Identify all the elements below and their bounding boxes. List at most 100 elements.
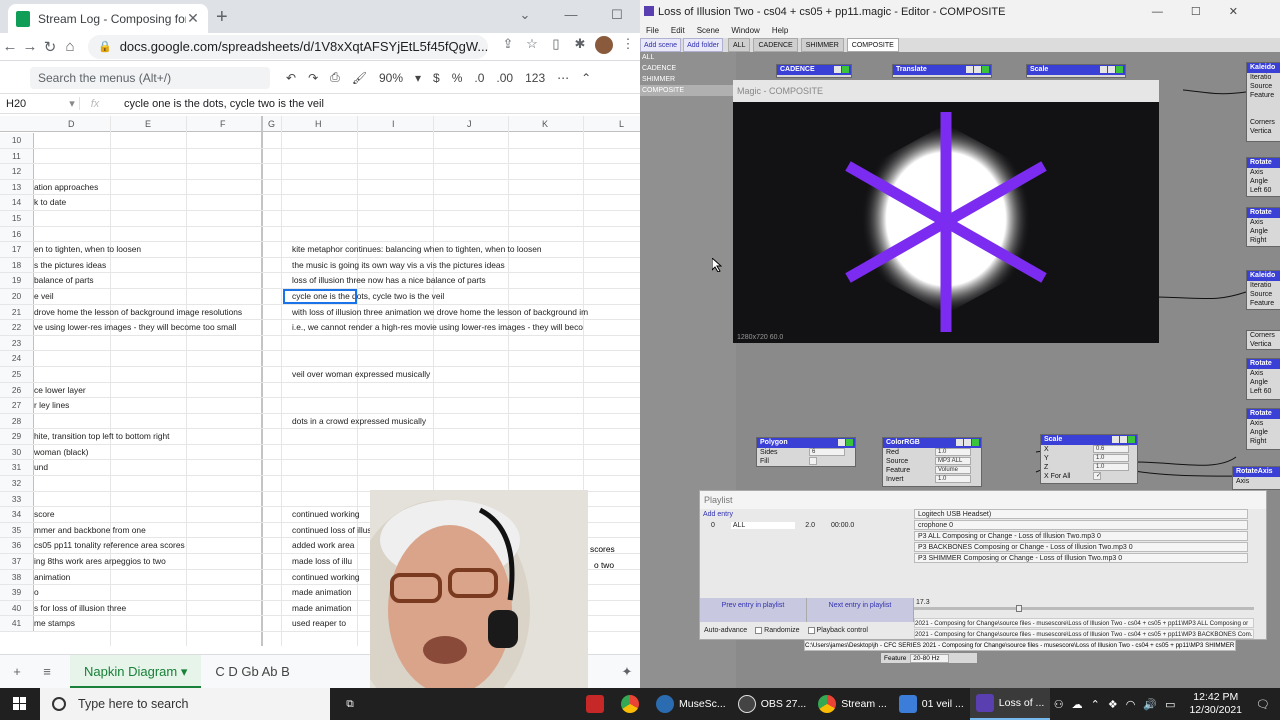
row-number[interactable]: 40 <box>0 600 34 616</box>
sheet-tab-napkin[interactable]: Napkin Diagram ▾ <box>70 654 202 688</box>
node-kaleido-2[interactable]: Kaleido Iteratio Source Feature <box>1246 270 1280 310</box>
playlist-entry[interactable]: 0 ALL 2.0 00:00.0 crophone 0 <box>700 520 1266 531</box>
col-header[interactable]: G <box>268 119 275 129</box>
node-rotate-2[interactable]: Rotate Axis Angle Right <box>1246 207 1280 247</box>
star-icon[interactable]: ☆ <box>520 36 544 57</box>
node-kaleido[interactable]: Kaleido Iteratio Source Feature Corners … <box>1246 62 1280 142</box>
windows-start-icon[interactable] <box>0 688 40 720</box>
tab-all[interactable]: ALL <box>728 38 751 52</box>
audio-input-item[interactable]: P3 SHIMMER Composing or Change - Loss of… <box>914 553 1248 563</box>
table-row[interactable]: 30 woman (black) <box>0 444 640 461</box>
cell-d[interactable]: animation <box>34 570 259 585</box>
add-sheet-icon[interactable]: + <box>4 664 30 679</box>
table-row[interactable]: 24 <box>0 351 640 367</box>
table-row[interactable]: 13 ation approaches <box>0 179 640 196</box>
file-path[interactable]: 2021 - Composing for Change\source files… <box>914 629 1254 639</box>
tab-shimmer[interactable]: SHIMMER <box>800 38 844 52</box>
table-row[interactable]: 17 en to tighten, when to loosen kite meta… <box>0 242 640 258</box>
node-translate[interactable]: Translate <box>892 64 992 78</box>
clock[interactable]: 12:42 PM 12/30/2021 <box>1189 691 1242 717</box>
taskbar-app-veil[interactable]: 01 veil ... <box>893 688 970 720</box>
next-entry-button[interactable]: Next entry in playlist <box>807 598 914 622</box>
task-view-icon[interactable]: ⧉ <box>330 688 370 720</box>
new-tab-icon[interactable]: + <box>216 6 228 29</box>
cell-d[interactable]: r ley lines <box>34 398 259 413</box>
row-number[interactable]: 32 <box>0 476 34 491</box>
row-number[interactable]: 39 <box>0 585 34 600</box>
taskbar-search[interactable]: Type here to search <box>40 688 330 720</box>
taskbar-app-chrome[interactable] <box>615 688 650 720</box>
percent-button[interactable]: % <box>452 71 463 85</box>
scene-item-selected[interactable]: COMPOSITE <box>640 85 736 96</box>
row-number[interactable]: 20 <box>0 288 34 304</box>
node-scale-top[interactable]: Scale <box>1026 64 1126 78</box>
composite-preview-window[interactable]: Magic - COMPOSITE 1280x720 60.0 <box>733 80 1159 343</box>
keyboard-icon[interactable]: ▭ <box>1165 698 1175 711</box>
taskbar-app-reaper[interactable] <box>580 688 615 720</box>
col-header[interactable]: D <box>68 119 75 129</box>
paint-format-icon[interactable]: 🖌 <box>352 71 367 85</box>
home-icon[interactable]: ⌂ <box>60 38 80 55</box>
cell-d[interactable]: ce lower layer <box>34 383 259 398</box>
cell-d[interactable]: cs05 pp11 tonality reference area scores <box>34 538 259 553</box>
scene-item[interactable]: SHIMMER <box>640 74 736 85</box>
row-number[interactable]: 14 <box>0 195 34 210</box>
table-row[interactable]: 25 veil over woman expressed musically <box>0 366 640 383</box>
audio-input-item[interactable]: crophone 0 <box>914 520 1248 530</box>
col-header[interactable]: J <box>467 119 472 129</box>
cell-h[interactable]: kite metaphor continues: balancing when … <box>292 242 632 257</box>
window-controls[interactable]: —☐✕ <box>1152 0 1266 24</box>
chevron-down-icon[interactable]: ⌄ <box>502 0 548 30</box>
wifi-icon[interactable]: ◠ <box>1126 698 1136 711</box>
col-header[interactable]: F <box>220 119 226 129</box>
table-row[interactable]: 27 r ley lines <box>0 398 640 414</box>
prev-entry-button[interactable]: Prev entry in playlist <box>700 598 807 622</box>
maximize-icon[interactable]: ☐ <box>594 0 640 30</box>
row-number[interactable]: 11 <box>0 148 34 164</box>
close-tab-icon[interactable]: ✕ <box>186 10 200 27</box>
device-select[interactable]: Logitech USB Headset) <box>914 509 1248 519</box>
node-polygon[interactable]: Polygon Sides 6 Fill <box>756 437 856 467</box>
taskbar-app-stream[interactable]: Stream ... <box>812 688 893 720</box>
scene-item[interactable]: CADENCE <box>640 63 736 74</box>
row-number[interactable]: 33 <box>0 491 34 507</box>
row-number[interactable]: 29 <box>0 429 34 444</box>
table-row[interactable]: 21 drove home the lesson of background im… <box>0 304 640 321</box>
row-number[interactable]: 35 <box>0 522 34 538</box>
tab-composite[interactable]: COMPOSITE <box>846 38 899 52</box>
col-header[interactable]: K <box>542 119 548 129</box>
forward-icon[interactable]: → <box>20 38 40 55</box>
taskbar-app-magic[interactable]: Loss of ... <box>969 688 1051 720</box>
cell-d[interactable]: balance of parts <box>34 273 259 288</box>
cell-d[interactable]: o <box>34 585 259 600</box>
cell-d[interactable]: drove home the lesson of background imag… <box>34 305 259 320</box>
row-number[interactable]: 17 <box>0 242 34 257</box>
dropbox-icon[interactable]: ❖ <box>1108 698 1118 711</box>
add-folder-button[interactable]: Add folder <box>683 38 724 52</box>
row-number[interactable]: 19 <box>0 273 34 288</box>
menu-search-input[interactable]: Search the menus (Alt+/) <box>30 66 270 89</box>
cell-d[interactable]: score <box>34 507 259 522</box>
address-bar[interactable]: 🔒 docs.google.com/spreadsheets/d/1V8xXqt… <box>88 34 488 59</box>
row-number[interactable]: 24 <box>0 351 34 366</box>
row-number[interactable]: 38 <box>0 569 34 585</box>
sheet-tab-next[interactable]: C D Gb Ab B <box>201 664 303 679</box>
table-row[interactable]: 12 <box>0 164 640 180</box>
row-number[interactable]: 18 <box>0 257 34 273</box>
increase-decimal-button[interactable]: .00 <box>496 71 513 85</box>
row-number[interactable]: 30 <box>0 444 34 460</box>
slider-thumb[interactable] <box>1016 605 1022 612</box>
reader-icon[interactable]: ▯ <box>544 36 568 57</box>
profile-avatar[interactable] <box>592 36 616 57</box>
node-scale[interactable]: Scale X 0.6 Y 1.0 Z 1.0 X For All ✓ <box>1040 434 1138 484</box>
col-header[interactable]: E <box>145 119 151 129</box>
row-number[interactable]: 31 <box>0 460 34 476</box>
formula-input[interactable]: cycle one is the dots, cycle two is the … <box>110 98 324 110</box>
cell-h[interactable]: i.e., we cannot render a high-res movie … <box>292 320 632 335</box>
cell-h[interactable]: loss of illusion three now has a nice ba… <box>292 273 632 288</box>
row-number[interactable]: 41 <box>0 616 34 631</box>
cloud-icon[interactable]: ☁ <box>1072 698 1083 711</box>
collapse-icon[interactable]: ⌃ <box>581 71 591 85</box>
row-number[interactable]: 28 <box>0 413 34 429</box>
node-colorrgb[interactable]: ColorRGB Red 1.0 Source MP3 ALL Feature Vol… <box>882 437 982 487</box>
